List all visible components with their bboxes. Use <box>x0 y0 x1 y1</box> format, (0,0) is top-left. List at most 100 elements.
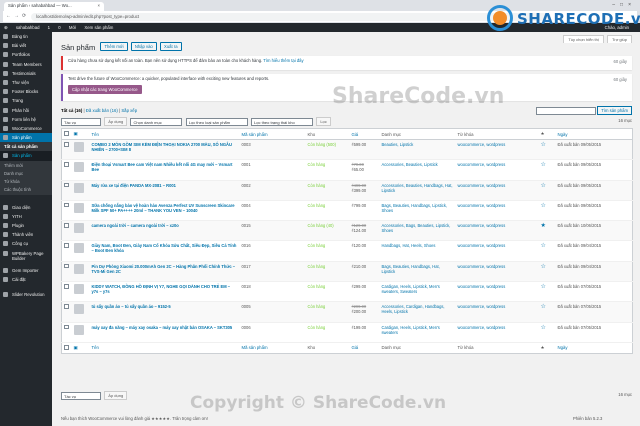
table-row[interactable]: Giày Nam, Boot Đen, Giày Nam Cổ Khóa Sửu… <box>61 240 633 262</box>
table-row[interactable]: tủ sấy quần áo – tủ sấy quần áo – 9152-5… <box>61 301 633 323</box>
sidebar-item-plugins[interactable]: Plugin <box>0 221 52 230</box>
sidebar-item-slider-revolution[interactable]: Slider Revolution <box>0 290 52 299</box>
row-checkbox[interactable] <box>61 180 72 201</box>
category-select[interactable]: Chọn danh mục <box>130 117 183 126</box>
product-name[interactable]: camera ngoài trời – camera ngoài trời – … <box>89 220 240 242</box>
sidebar-item-media[interactable]: Thư viện <box>0 78 52 87</box>
col-date[interactable]: Ngày <box>555 128 633 140</box>
product-categories[interactable]: Cardigan, Heels, Lipstick, Men's sweater… <box>379 322 456 343</box>
updates-count[interactable]: 1 <box>48 25 50 30</box>
featured-star-icon[interactable]: ☆ <box>538 240 556 262</box>
product-tags[interactable]: woocommerce, wordpress <box>455 301 539 323</box>
col-sku[interactable]: Mã sản phẩm <box>239 128 306 140</box>
product-categories[interactable]: Beauties, Lipstick <box>379 139 456 161</box>
featured-star-icon[interactable]: ☆ <box>538 139 556 161</box>
stock-status-select[interactable]: Lọc theo trạng thái kho <box>251 117 314 126</box>
product-categories[interactable]: Cardigan, Heels, Lipstick, Men's sweater… <box>379 281 456 303</box>
row-checkbox[interactable] <box>61 220 72 242</box>
row-checkbox[interactable] <box>61 261 72 283</box>
sidebar-item-testimonials[interactable]: Testimonials <box>0 69 52 78</box>
sidebar-item-settings[interactable]: Cài đặt <box>0 275 52 284</box>
product-name[interactable]: Pin Dự Phòng Xiaomi 20.000mAh Gen 2C – H… <box>89 261 240 283</box>
product-thumbnail[interactable] <box>71 139 90 161</box>
bulk-actions-select[interactable]: Tác vụ <box>61 117 101 126</box>
row-checkbox[interactable] <box>61 159 72 181</box>
featured-star-icon[interactable]: ☆ <box>538 322 556 343</box>
featured-star-icon[interactable]: ☆ <box>538 180 556 201</box>
table-row[interactable]: Điện thoại Vsmart Bee cam Việt nam Nhiều… <box>61 159 633 181</box>
product-name[interactable]: KIDDY WATCH, ĐỒNG HỒ ĐỊNH VỊ Y7, NGHE GỌ… <box>89 281 240 303</box>
submenu-attributes[interactable]: Các thuộc tính <box>0 186 52 194</box>
sidebar-item-yith[interactable]: YITH <box>0 212 52 221</box>
featured-star-icon[interactable]: ☆ <box>538 159 556 181</box>
sidebar-item-portfolios[interactable]: Portfolios <box>0 50 52 59</box>
sidebar-item-dashboard[interactable]: Bảng tin <box>0 32 52 41</box>
sidebar-item-products[interactable]: Sản phẩm <box>0 133 52 143</box>
col-name[interactable]: Tên <box>89 128 240 140</box>
product-thumbnail[interactable] <box>71 240 90 262</box>
sidebar-item-all-products[interactable]: Tất cả sản phẩm <box>0 142 52 152</box>
wp-logo-icon[interactable]: ⊕ <box>4 25 8 30</box>
search-input[interactable] <box>535 106 596 115</box>
col-name-bottom[interactable]: Tên <box>89 341 240 354</box>
col-price[interactable]: Giá <box>349 128 380 140</box>
product-name[interactable]: máy xay đa năng – máy xay osaka – máy xa… <box>89 322 240 343</box>
table-row[interactable]: máy xay đa năng – máy xay osaka – máy xa… <box>61 322 633 343</box>
product-categories[interactable]: Accessories, Beauties, Lipstick <box>379 159 456 181</box>
product-tags[interactable]: woocommerce, wordpress <box>455 261 539 283</box>
notice-dismiss-time-2[interactable]: 60 giây <box>613 77 627 82</box>
import-button[interactable]: Nhập vào <box>130 42 157 51</box>
new-item[interactable]: Mới <box>69 25 76 30</box>
product-thumbnail[interactable] <box>71 220 90 242</box>
bulk-actions-select-bottom[interactable]: Tác vụ <box>61 391 101 400</box>
sidebar-item-posts[interactable]: Bài viết <box>0 41 52 50</box>
product-categories[interactable]: Accessories, Bags, Beauties, Lipstick, S… <box>379 220 456 242</box>
submenu-add-new[interactable]: Thêm mới <box>0 162 52 170</box>
url-input[interactable]: localhost/demo/wp-admin/edit.php?post_ty… <box>31 12 551 21</box>
browser-tab[interactable]: Sản phẩm ‹ sahabahbad — Wo... × <box>4 2 104 11</box>
product-thumbnail[interactable] <box>71 322 90 343</box>
row-checkbox[interactable] <box>61 139 72 161</box>
col-price-bottom[interactable]: Giá <box>349 341 380 354</box>
product-name[interactable]: tủ sấy quần áo – tủ sấy quần áo – 9152-5 <box>89 301 240 323</box>
filter-published[interactable]: Đã xuất bản (16) <box>86 108 118 113</box>
featured-star-icon[interactable]: ☆ <box>538 301 556 323</box>
sidebar-item-wpbakery[interactable]: WPBakery Page Builder <box>0 249 52 266</box>
site-name[interactable]: sahabahbad <box>16 25 40 30</box>
table-row[interactable]: Sữa chống nắng bảo vệ hoàn hảo Avenza Pe… <box>61 200 633 222</box>
table-row[interactable]: Pin Dự Phòng Xiaomi 20.000mAh Gen 2C – H… <box>61 261 633 283</box>
table-row[interactable]: camera ngoài trời – camera ngoài trời – … <box>61 220 633 242</box>
featured-star-icon[interactable]: ☆ <box>538 281 556 303</box>
sidebar-item-appearance[interactable]: Giao diện <box>0 203 52 212</box>
learn-more-link[interactable]: Tìm hiểu thêm tại đây <box>263 58 303 63</box>
sidebar-item-contact-form[interactable]: Form liên hệ <box>0 115 52 124</box>
row-checkbox[interactable] <box>61 281 72 303</box>
product-thumbnail[interactable] <box>71 159 90 181</box>
add-new-button[interactable]: Thêm mới <box>100 42 128 51</box>
product-categories[interactable]: Bags, Beauties, Handbags, Lipstick, Shoe… <box>379 200 456 222</box>
sidebar-item-products-hover[interactable]: Sản phẩm <box>0 151 52 161</box>
product-categories[interactable]: Accessories, Cardigan, Handbags, Heels, … <box>379 301 456 323</box>
row-checkbox[interactable] <box>61 240 72 262</box>
product-name[interactable]: Giày Nam, Boot Đen, Giày Nam Cổ Khóa Sửu… <box>89 240 240 262</box>
select-all-checkbox-bottom[interactable] <box>61 341 72 354</box>
row-checkbox[interactable] <box>61 301 72 323</box>
select-all-checkbox[interactable] <box>61 128 72 140</box>
filter-sorting[interactable]: Sắp xếp <box>121 108 137 113</box>
apply-button[interactable]: Áp dụng <box>104 117 128 126</box>
product-tags[interactable]: woocommerce, wordpress <box>455 322 539 343</box>
submenu-categories[interactable]: Danh mục <box>0 170 52 178</box>
product-tags[interactable]: woocommerce, wordpress <box>455 139 539 161</box>
product-thumbnail[interactable] <box>71 281 90 303</box>
table-row[interactable]: COMBO 2 MÓN GỒM SIM KÈM ĐIỆN THOẠI NOKIA… <box>61 139 633 161</box>
sidebar-item-gem-importer[interactable]: Gem Importer <box>0 266 52 275</box>
product-thumbnail[interactable] <box>71 200 90 222</box>
nav-arrows-icon[interactable]: ←→⟳ <box>6 13 29 19</box>
sidebar-item-woocommerce[interactable]: WooCommerce <box>0 124 52 133</box>
product-tags[interactable]: woocommerce, wordpress <box>455 220 539 242</box>
table-row[interactable]: Máy rửa xe tại điện PANDA MX-2081 – R001… <box>61 180 633 201</box>
comments-count[interactable]: 0 <box>58 25 60 30</box>
product-name[interactable]: Sữa chống nắng bảo vệ hoàn hảo Avenza Pe… <box>89 200 240 222</box>
submenu-tags[interactable]: Từ khóa <box>0 178 52 186</box>
filter-all[interactable]: Tất cả (16) <box>61 108 82 113</box>
